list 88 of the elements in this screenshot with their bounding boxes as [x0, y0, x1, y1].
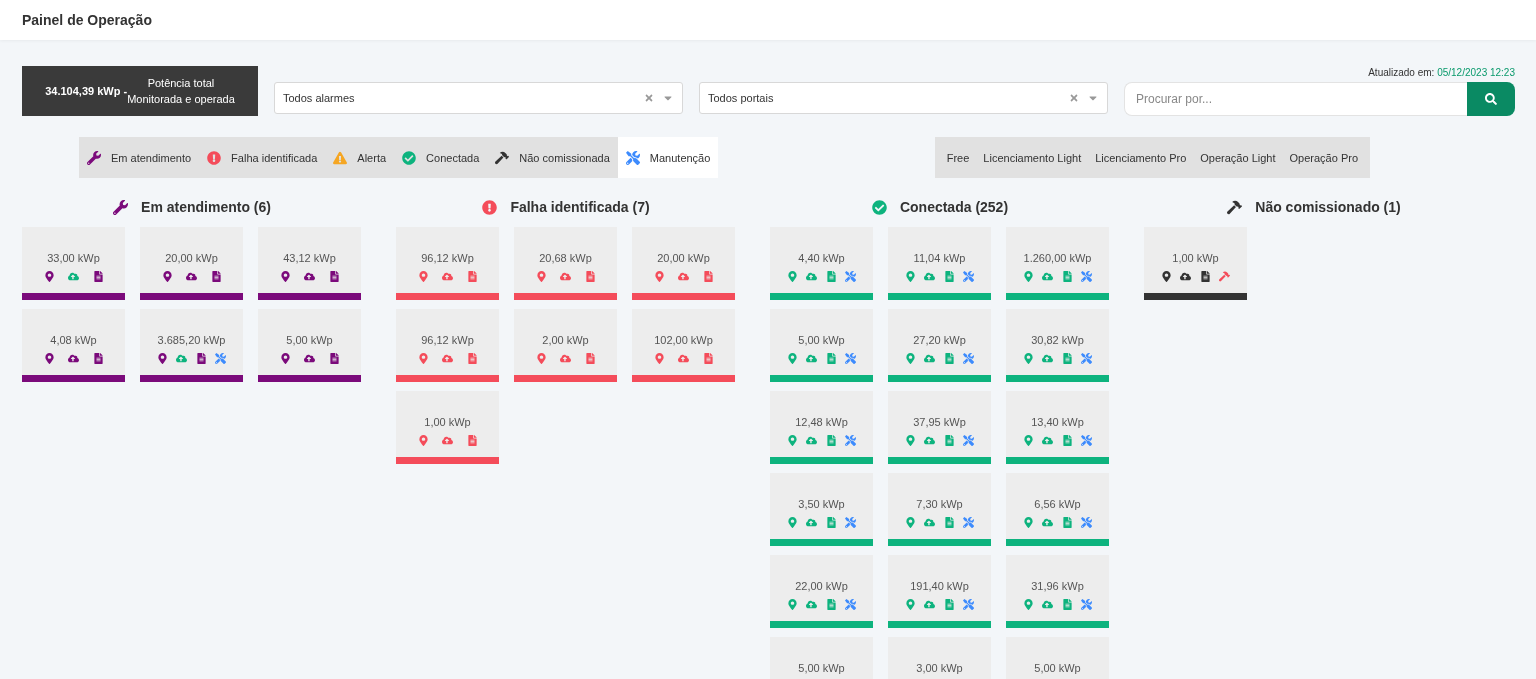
power-value: 6,56 kWp [1033, 498, 1082, 510]
power-value: 191,40 kWp [909, 580, 970, 592]
plant-card[interactable]: 4,08 kWp [22, 309, 125, 382]
plant-card[interactable]: 5,00 kWp [258, 309, 361, 382]
plan-filter[interactable]: Operação Pro [1282, 137, 1365, 178]
power-value: 20,68 kWp [538, 252, 593, 264]
plant-card[interactable]: 43,12 kWp [258, 227, 361, 300]
plant-card[interactable]: 27,20 kWp [888, 309, 991, 382]
plant-card[interactable]: 7,30 kWp [888, 473, 991, 546]
status-filter[interactable]: Não comissionada [487, 137, 618, 178]
power-value: 3,50 kWp [797, 498, 846, 510]
plant-card[interactable]: 20,00 kWp [632, 227, 735, 300]
plant-card[interactable]: 102,00 kWp [632, 309, 735, 382]
status-filter[interactable]: Alerta [325, 137, 395, 178]
plant-card[interactable]: 3,50 kWp [770, 473, 873, 546]
power-value: 31,96 kWp [1030, 580, 1085, 592]
plan-filter[interactable]: Licenciamento Light [976, 137, 1089, 178]
group-title: Conectada (252) [899, 199, 1009, 215]
plant-card[interactable]: 3,00 kWp [888, 637, 991, 679]
plant-card[interactable]: 2,00 kWp [514, 309, 617, 382]
plant-card[interactable]: 20,68 kWp [514, 227, 617, 300]
power-value: 96,12 kWp [420, 252, 475, 264]
status-filter[interactable]: Em atendimento [79, 137, 200, 178]
power-value: 3,00 kWp [915, 662, 964, 674]
group-title: Falha identificada (7) [510, 199, 650, 215]
power-value: 20,00 kWp [164, 252, 219, 264]
power-value: 30,82 kWp [1030, 334, 1085, 346]
plant-card[interactable]: 191,40 kWp [888, 555, 991, 628]
plant-card[interactable]: 37,95 kWp [888, 391, 991, 464]
plant-card[interactable]: 5,00 kWp [770, 637, 873, 679]
power-value: 27,20 kWp [912, 334, 967, 346]
power-value: 20,00 kWp [656, 252, 711, 264]
plant-card[interactable]: 96,12 kWp [396, 227, 499, 300]
plant-card[interactable]: 20,00 kWp [140, 227, 243, 300]
plant-card[interactable]: 1,00 kWp [396, 391, 499, 464]
plant-card[interactable]: 1.260,00 kWp [1006, 227, 1109, 300]
search-field[interactable]: Procurar por... [1124, 82, 1467, 116]
plant-card[interactable]: 22,00 kWp [770, 555, 873, 628]
power-value: 13,40 kWp [1030, 416, 1085, 428]
plant-card[interactable]: 3.685,20 kWp [140, 309, 243, 382]
status-filter[interactable]: Manutenção [617, 137, 719, 178]
power-value: 5,00 kWp [797, 334, 846, 346]
clear-icon[interactable] [644, 93, 654, 103]
plant-card[interactable]: 5,00 kWp [770, 309, 873, 382]
group-title: Não comissionado (1) [1255, 199, 1401, 215]
plant-card[interactable]: 33,00 kWp [22, 227, 125, 300]
power-value: 37,95 kWp [912, 416, 967, 428]
power-value: 33,00 kWp [46, 252, 101, 264]
plant-card[interactable]: 11,04 kWp [888, 227, 991, 300]
plant-card[interactable]: 6,56 kWp [1006, 473, 1109, 546]
power-value: 1,00 kWp [1171, 252, 1220, 264]
plant-card[interactable]: 5,00 kWp [1006, 637, 1109, 679]
power-value: 5,00 kWp [285, 334, 334, 346]
filter-select[interactable]: Todos portais [699, 82, 1108, 114]
power-value: 96,12 kWp [420, 334, 475, 346]
updated-timestamp: Atualizado em: 05/12/2023 12:23 [1368, 67, 1515, 78]
plant-card[interactable]: 1,00 kWp [1144, 227, 1247, 300]
power-value: 1,00 kWp [423, 416, 472, 428]
power-value: 4,08 kWp [49, 334, 98, 346]
power-value: 3.685,20 kWp [156, 334, 227, 346]
power-value: 1.260,00 kWp [1022, 252, 1093, 264]
power-value: 4,40 kWp [797, 252, 846, 264]
plant-card[interactable]: 4,40 kWp [770, 227, 873, 300]
status-filter[interactable]: Conectada [394, 137, 488, 178]
plant-card[interactable]: 96,12 kWp [396, 309, 499, 382]
filter-select[interactable]: Todos alarmes [274, 82, 683, 114]
power-value: 43,12 kWp [282, 252, 337, 264]
plant-card[interactable]: 30,82 kWp [1006, 309, 1109, 382]
plan-filter[interactable]: Operação Light [1193, 137, 1283, 178]
plan-filter[interactable]: Free [939, 137, 977, 178]
power-value: 7,30 kWp [915, 498, 964, 510]
search-button[interactable] [1467, 82, 1515, 116]
power-value: 11,04 kWp [912, 252, 967, 264]
plant-card[interactable]: 13,40 kWp [1006, 391, 1109, 464]
clear-icon[interactable] [1069, 93, 1079, 103]
power-value: 22,00 kWp [794, 580, 849, 592]
power-value: 5,00 kWp [1033, 662, 1082, 674]
search-icon [1485, 93, 1497, 105]
page-title: Painel de Operação [22, 12, 152, 28]
power-value: 5,00 kWp [797, 662, 846, 674]
plant-card[interactable]: 12,48 kWp [770, 391, 873, 464]
power-value: 102,00 kWp [653, 334, 714, 346]
power-value: 12,48 kWp [794, 416, 849, 428]
plan-filter[interactable]: Licenciamento Pro [1088, 137, 1194, 178]
status-filter[interactable]: Falha identificada [199, 137, 326, 178]
group-title: Em atendimento (6) [141, 199, 271, 215]
plant-card[interactable]: 31,96 kWp [1006, 555, 1109, 628]
power-value: 2,00 kWp [541, 334, 590, 346]
